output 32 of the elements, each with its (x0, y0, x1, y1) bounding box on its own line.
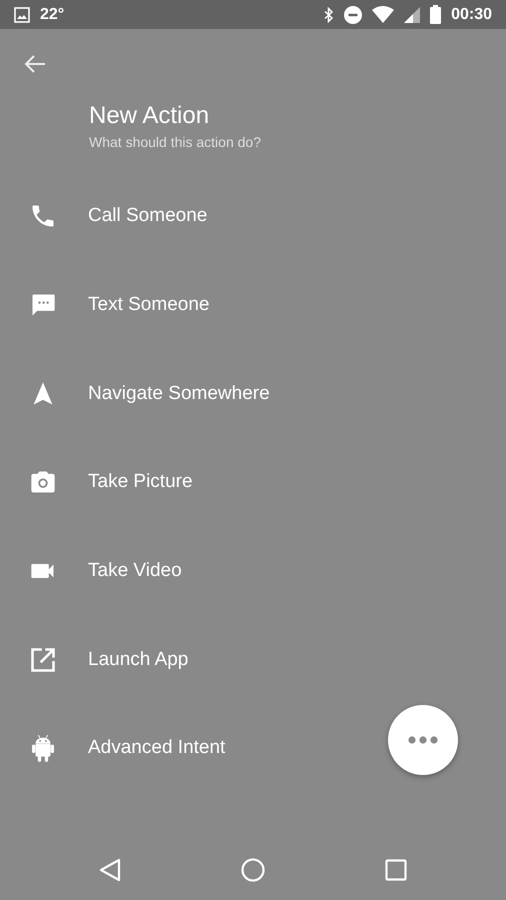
signal-icon (404, 6, 420, 22)
back-icon[interactable] (99, 858, 121, 882)
more-icon (408, 736, 438, 744)
recents-icon[interactable] (385, 859, 407, 881)
temperature-text: 22° (40, 6, 64, 24)
action-item[interactable]: Navigate Somewhere (0, 349, 506, 438)
home-icon[interactable] (241, 858, 265, 882)
action-item[interactable]: Call Someone (0, 172, 506, 261)
action-item[interactable]: Launch App (0, 615, 506, 704)
external-link-icon (29, 646, 57, 674)
bluetooth-icon (324, 6, 334, 22)
action-item[interactable]: Text Someone (0, 260, 506, 350)
action-label: Advanced Intent (88, 737, 226, 760)
more-button[interactable] (388, 705, 458, 775)
action-label: Call Someone (88, 205, 208, 228)
back-arrow-icon[interactable] (24, 54, 46, 74)
android-icon (29, 734, 57, 762)
screen-subtitle: What should this action do? (89, 133, 262, 152)
image-icon (14, 6, 30, 22)
wifi-icon (372, 6, 394, 23)
action-item[interactable]: Take Picture (0, 438, 506, 527)
action-label: Text Someone (88, 294, 210, 316)
screen-title: New Action (89, 102, 210, 130)
action-label: Launch App (88, 648, 188, 671)
do-not-disturb-icon (344, 6, 362, 24)
battery-icon (430, 5, 442, 24)
clock-text: 00:30 (451, 6, 492, 24)
action-item[interactable]: Take Video (0, 526, 506, 616)
action-item[interactable]: Advanced Intent (0, 704, 506, 793)
action-label: Navigate Somewhere (88, 382, 270, 405)
action-label: Take Video (88, 560, 182, 582)
action-label: Take Picture (88, 471, 193, 494)
